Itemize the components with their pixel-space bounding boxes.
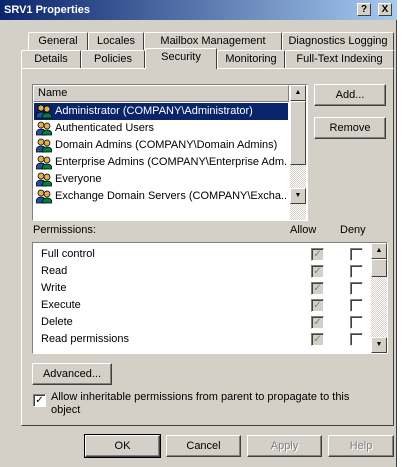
permissions-label: Permissions: bbox=[33, 224, 96, 236]
user-name: Enterprise Admins (COMPANY\Enterprise Ad… bbox=[55, 156, 288, 168]
users-icon bbox=[36, 155, 52, 170]
deny-read-checkbox[interactable] bbox=[350, 265, 363, 278]
add-button[interactable]: Add... bbox=[314, 84, 386, 106]
allow-write-checkbox[interactable]: ✓ bbox=[311, 282, 324, 295]
properties-dialog: SRV1 Properties ? X General Locales Mail… bbox=[0, 0, 397, 467]
help-title-button[interactable]: ? bbox=[357, 3, 371, 16]
list-item[interactable]: Administrator (COMPANY\Administrator) bbox=[34, 103, 288, 120]
list-item: Execute bbox=[41, 297, 81, 314]
advanced-button[interactable]: Advanced... bbox=[32, 363, 112, 385]
name-column-header[interactable]: Name bbox=[33, 85, 289, 102]
list-item: Full control bbox=[41, 246, 95, 263]
permission-name: Write bbox=[41, 282, 67, 294]
user-name: Administrator (COMPANY\Administrator) bbox=[55, 105, 253, 117]
check-icon: ✓ bbox=[35, 395, 44, 406]
users-icon bbox=[36, 104, 52, 119]
check-icon: ✓ bbox=[313, 300, 322, 311]
permission-name: Read permissions bbox=[41, 333, 130, 345]
tab-policies[interactable]: Policies bbox=[81, 50, 145, 68]
users-icon bbox=[36, 121, 52, 136]
users-list[interactable]: Name Administrator (COMPANY\Administrato… bbox=[32, 84, 308, 221]
deny-execute-checkbox[interactable] bbox=[350, 299, 363, 312]
tab-locales[interactable]: Locales bbox=[88, 32, 144, 50]
list-item[interactable]: Everyone bbox=[34, 171, 288, 188]
scroll-thumb[interactable] bbox=[371, 259, 387, 277]
deny-delete-checkbox[interactable] bbox=[350, 316, 363, 329]
user-name: Everyone bbox=[55, 173, 102, 185]
tab-full-text-indexing[interactable]: Full-Text Indexing bbox=[285, 50, 394, 68]
deny-read-permissions-checkbox[interactable] bbox=[350, 333, 363, 346]
permission-name: Delete bbox=[41, 316, 73, 328]
check-icon: ✓ bbox=[313, 266, 322, 277]
permission-name: Execute bbox=[41, 299, 81, 311]
permission-name: Full control bbox=[41, 248, 95, 260]
allow-execute-checkbox[interactable]: ✓ bbox=[311, 299, 324, 312]
tab-diagnostics-logging[interactable]: Diagnostics Logging bbox=[282, 32, 394, 50]
tab-details[interactable]: Details bbox=[21, 50, 81, 68]
inherit-permissions-checkbox[interactable]: ✓ bbox=[33, 394, 46, 407]
list-item: Write bbox=[41, 280, 66, 297]
list-item[interactable]: Exchange Domain Servers (COMPANY\Excha..… bbox=[34, 188, 288, 205]
user-name: Exchange Domain Servers (COMPANY\Excha..… bbox=[55, 190, 288, 202]
users-scrollbar[interactable]: ▲ ▼ bbox=[290, 85, 306, 220]
permissions-scrollbar[interactable]: ▲ ▼ bbox=[371, 243, 387, 353]
user-name: Domain Admins (COMPANY\Domain Admins) bbox=[55, 139, 278, 151]
remove-button[interactable]: Remove bbox=[314, 117, 386, 139]
ok-button[interactable]: OK bbox=[84, 434, 161, 458]
list-item[interactable]: Domain Admins (COMPANY\Domain Admins) bbox=[34, 137, 288, 154]
inherit-permissions-label-cont: object bbox=[51, 404, 81, 416]
user-name: Authenticated Users bbox=[55, 122, 155, 134]
tab-general[interactable]: General bbox=[28, 32, 88, 50]
scroll-thumb[interactable] bbox=[290, 101, 306, 165]
scroll-down-button[interactable]: ▼ bbox=[371, 337, 387, 353]
scroll-up-button[interactable]: ▲ bbox=[290, 85, 306, 101]
apply-button[interactable]: Apply bbox=[247, 435, 322, 457]
scroll-down-button[interactable]: ▼ bbox=[290, 188, 306, 204]
allow-delete-checkbox[interactable]: ✓ bbox=[311, 316, 324, 329]
close-title-button[interactable]: X bbox=[378, 3, 392, 16]
allow-header: Allow bbox=[290, 224, 317, 236]
allow-full-control-checkbox[interactable]: ✓ bbox=[311, 248, 324, 261]
list-item: Read bbox=[41, 263, 67, 280]
users-icon bbox=[36, 189, 52, 204]
list-item: Delete bbox=[41, 314, 73, 331]
allow-read-permissions-checkbox[interactable]: ✓ bbox=[311, 333, 324, 346]
security-tab-panel: Name Administrator (COMPANY\Administrato… bbox=[21, 68, 394, 426]
check-icon: ✓ bbox=[313, 283, 322, 294]
permissions-list[interactable]: Full control ✓ Read ✓ Write ✓ Execute ✓ … bbox=[32, 242, 388, 354]
list-item: Read permissions bbox=[41, 331, 129, 348]
list-item[interactable]: Enterprise Admins (COMPANY\Enterprise Ad… bbox=[34, 154, 288, 171]
inherit-permissions-label: Allow inheritable permissions from paren… bbox=[51, 391, 350, 403]
title-bar[interactable]: SRV1 Properties ? X bbox=[0, 0, 397, 20]
users-icon bbox=[36, 172, 52, 187]
tab-security[interactable]: Security bbox=[145, 48, 217, 69]
check-icon: ✓ bbox=[313, 249, 322, 260]
deny-write-checkbox[interactable] bbox=[350, 282, 363, 295]
check-icon: ✓ bbox=[313, 334, 322, 345]
window-title: SRV1 Properties bbox=[4, 4, 91, 16]
deny-header: Deny bbox=[340, 224, 366, 236]
cancel-button[interactable]: Cancel bbox=[166, 435, 241, 457]
tab-monitoring[interactable]: Monitoring bbox=[217, 50, 285, 68]
check-icon: ✓ bbox=[313, 317, 322, 328]
allow-read-checkbox[interactable]: ✓ bbox=[311, 265, 324, 278]
permission-name: Read bbox=[41, 265, 68, 277]
scroll-up-button[interactable]: ▲ bbox=[371, 243, 387, 259]
list-item[interactable]: Authenticated Users bbox=[34, 120, 288, 137]
help-button[interactable]: Help bbox=[328, 435, 394, 457]
deny-full-control-checkbox[interactable] bbox=[350, 248, 363, 261]
users-icon bbox=[36, 138, 52, 153]
